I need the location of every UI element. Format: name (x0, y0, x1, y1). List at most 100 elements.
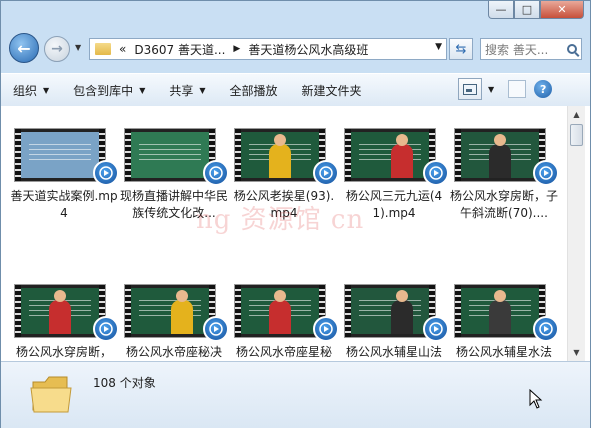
thumbnail-frame (241, 132, 319, 178)
mouse-cursor-icon (529, 389, 543, 409)
presenter-head (396, 290, 408, 302)
organize-label: 组织 (13, 83, 38, 98)
presenter (269, 300, 291, 334)
media-player-icon (313, 316, 339, 342)
thumbnail-frame (131, 132, 209, 178)
file-name: 杨公风水穿房断，子午斜流断(70).... (449, 189, 558, 220)
search-icon[interactable] (567, 44, 577, 54)
file-name: 杨公风水帝座星秘 (235, 345, 332, 359)
include-in-library-menu[interactable]: 包含到库中 ▼ (61, 78, 157, 102)
address-overflow[interactable]: « (119, 42, 126, 56)
file-item[interactable]: 善天道实战案例.mp4 (9, 128, 119, 220)
breadcrumb-separator-icon[interactable]: ▶ (233, 44, 240, 54)
media-player-icon (203, 160, 229, 186)
presenter-head (494, 290, 506, 302)
presenter (49, 300, 71, 334)
help-button[interactable]: ? (534, 80, 553, 98)
file-name: 杨公风水辅星山法 (345, 345, 442, 359)
thumbnail-frame (21, 288, 99, 334)
chevron-down-icon: ▼ (199, 85, 206, 95)
include-in-library-label: 包含到库中 (73, 83, 134, 98)
scroll-up-icon[interactable]: ▲ (568, 106, 585, 123)
file-name: 杨公风水帝座秘决 (125, 345, 222, 359)
search-placeholder: 搜索 善天... (485, 42, 549, 57)
change-view-button[interactable] (458, 78, 482, 100)
new-folder-button[interactable]: 新建文件夹 (290, 78, 374, 102)
file-name: 善天道实战案例.mp4 (10, 189, 118, 220)
folder-icon (30, 376, 72, 413)
presenter-head (54, 290, 66, 302)
presenter (269, 144, 291, 178)
address-bar[interactable]: « D3607 善天道... ▶ 善天道杨公风水高级班 ▼ (89, 38, 447, 60)
scroll-down-icon[interactable]: ▼ (568, 344, 585, 361)
presenter (489, 144, 511, 178)
board-writing (139, 140, 201, 162)
maximize-button[interactable]: □ (514, 1, 540, 19)
file-item[interactable]: 杨公风水帝座秘决 (119, 284, 229, 361)
share-menu[interactable]: 共享 ▼ (157, 78, 217, 102)
address-dropdown-icon[interactable]: ▼ (435, 42, 442, 52)
item-count: 108 个对象 (93, 376, 156, 390)
media-player-icon (93, 316, 119, 342)
vertical-scrollbar[interactable]: ▲ ▼ (567, 106, 585, 361)
new-folder-label: 新建文件夹 (301, 83, 362, 98)
presenter (489, 300, 511, 334)
view-controls: ▼ ? (458, 78, 553, 100)
close-button[interactable]: ✕ (540, 1, 584, 19)
breadcrumb-current[interactable]: 善天道杨公风水高级班 (248, 41, 368, 58)
refresh-button[interactable]: ⇆ (449, 38, 473, 60)
thumbnail-frame (461, 132, 539, 178)
view-icon (463, 83, 477, 95)
presenter-head (494, 134, 506, 146)
watermark: ng 资源馆 cn (196, 205, 365, 235)
recent-pages-dropdown-icon[interactable]: ▼ (75, 43, 81, 52)
media-player-icon (423, 316, 449, 342)
command-bar: 组织 ▼ 包含到库中 ▼ 共享 ▼ 全部播放 新建文件夹 ▼ ? (1, 73, 590, 107)
view-dropdown-icon[interactable]: ▼ (488, 85, 494, 94)
presenter (171, 300, 193, 334)
presenter (391, 300, 413, 334)
scroll-thumb[interactable] (570, 124, 583, 146)
presenter-head (274, 134, 286, 146)
presenter-head (396, 134, 408, 146)
details-pane: 108 个对象 (1, 361, 590, 428)
media-player-icon (533, 160, 559, 186)
search-box[interactable]: 搜索 善天... (480, 38, 582, 60)
caption-buttons: — □ ✕ (488, 1, 584, 19)
thumbnail-frame (351, 132, 429, 178)
organize-menu[interactable]: 组织 ▼ (1, 78, 61, 102)
back-button[interactable]: ← (9, 33, 39, 63)
forward-arrow-icon: → (51, 41, 63, 57)
media-player-icon (313, 160, 339, 186)
file-item[interactable]: 杨公风水辅星水法 (449, 284, 559, 361)
thumbnail-frame (351, 288, 429, 334)
media-player-icon (533, 316, 559, 342)
thumbnail-frame (21, 132, 99, 178)
file-item[interactable]: 杨公风水帝座星秘 (229, 284, 339, 361)
chevron-down-icon: ▼ (139, 85, 146, 95)
media-player-icon (203, 316, 229, 342)
thumbnail-frame (241, 288, 319, 334)
thumbnail-frame (131, 288, 209, 334)
minimize-button[interactable]: — (488, 1, 514, 19)
help-icon: ? (539, 82, 547, 96)
folder-icon (95, 43, 111, 55)
board-writing (29, 140, 91, 162)
play-all-button[interactable]: 全部播放 (218, 78, 290, 102)
forward-button[interactable]: → (44, 36, 70, 62)
media-player-icon (93, 160, 119, 186)
presenter-head (274, 290, 286, 302)
presenter (391, 144, 413, 178)
file-name: 杨公风水穿房断， (15, 345, 112, 359)
breadcrumb-parent[interactable]: D3607 善天道... (134, 41, 225, 58)
chevron-down-icon: ▼ (43, 85, 50, 95)
presenter-head (176, 290, 188, 302)
refresh-icon: ⇆ (455, 41, 467, 57)
play-all-label: 全部播放 (229, 83, 278, 98)
preview-pane-button[interactable] (508, 80, 527, 98)
file-item[interactable]: 杨公风水辅星山法 (339, 284, 449, 361)
back-arrow-icon: ← (17, 38, 31, 58)
file-item[interactable]: 杨公风水穿房断， (9, 284, 119, 361)
file-item[interactable]: 杨公风水穿房断，子午斜流断(70).... (449, 128, 559, 220)
file-name: 杨公风水辅星水法 (455, 345, 552, 359)
